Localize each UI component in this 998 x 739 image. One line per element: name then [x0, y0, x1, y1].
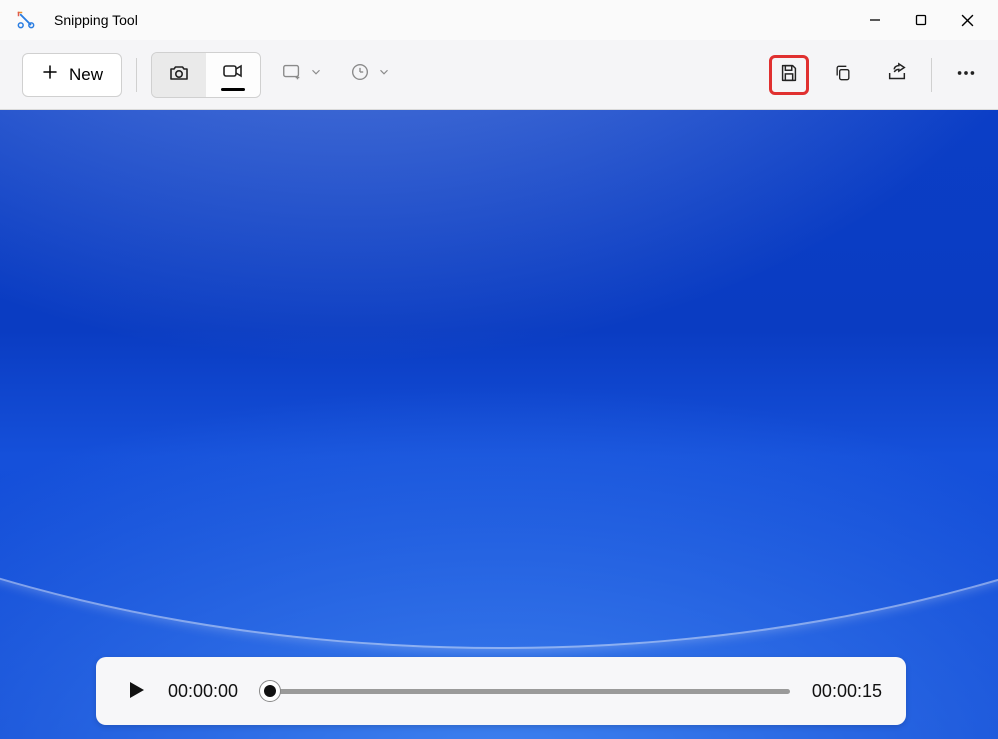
copy-button[interactable]: [823, 55, 863, 95]
save-button[interactable]: [769, 55, 809, 95]
delay-dropdown[interactable]: [343, 55, 397, 94]
title-bar: Snipping Tool: [0, 0, 998, 40]
play-icon: [124, 677, 148, 706]
app-icon: [16, 10, 36, 30]
separator: [931, 58, 932, 92]
seek-thumb[interactable]: [259, 680, 281, 702]
video-preview[interactable]: [0, 110, 998, 739]
video-player-bar: 00:00:00 00:00:15: [96, 657, 906, 725]
chevron-down-icon: [309, 65, 323, 84]
share-icon: [886, 62, 908, 87]
capture-mode-toggle: [151, 52, 261, 98]
more-icon: [955, 62, 977, 87]
more-button[interactable]: [946, 55, 986, 95]
close-button[interactable]: [944, 0, 990, 40]
clock-icon: [349, 61, 371, 88]
new-label: New: [69, 65, 103, 85]
region-select-dropdown[interactable]: [275, 55, 329, 94]
current-time: 00:00:00: [168, 681, 238, 702]
minimize-button[interactable]: [852, 0, 898, 40]
seek-slider[interactable]: [260, 679, 790, 703]
window-controls: [852, 0, 990, 40]
share-button[interactable]: [877, 55, 917, 95]
new-button[interactable]: New: [22, 53, 122, 97]
rectangle-icon: [281, 61, 303, 88]
video-camera-icon: [221, 59, 245, 86]
toolbar: New: [0, 40, 998, 110]
copy-icon: [833, 63, 853, 86]
title-left: Snipping Tool: [16, 10, 138, 30]
capture-viewer: 00:00:00 00:00:15: [0, 110, 998, 739]
chevron-down-icon: [377, 65, 391, 84]
video-mode-button[interactable]: [206, 53, 260, 97]
toolbar-left: New: [22, 52, 397, 98]
screenshot-mode-button[interactable]: [152, 53, 206, 97]
maximize-button[interactable]: [898, 0, 944, 40]
app-title: Snipping Tool: [54, 12, 138, 28]
duration: 00:00:15: [812, 681, 882, 702]
plus-icon: [41, 63, 59, 86]
toolbar-right: [769, 55, 986, 95]
camera-icon: [167, 61, 191, 88]
seek-track: [260, 689, 790, 694]
save-icon: [778, 62, 800, 87]
active-underline: [221, 88, 245, 91]
play-button[interactable]: [120, 675, 152, 707]
seek-thumb-dot: [264, 685, 276, 697]
separator: [136, 58, 137, 92]
